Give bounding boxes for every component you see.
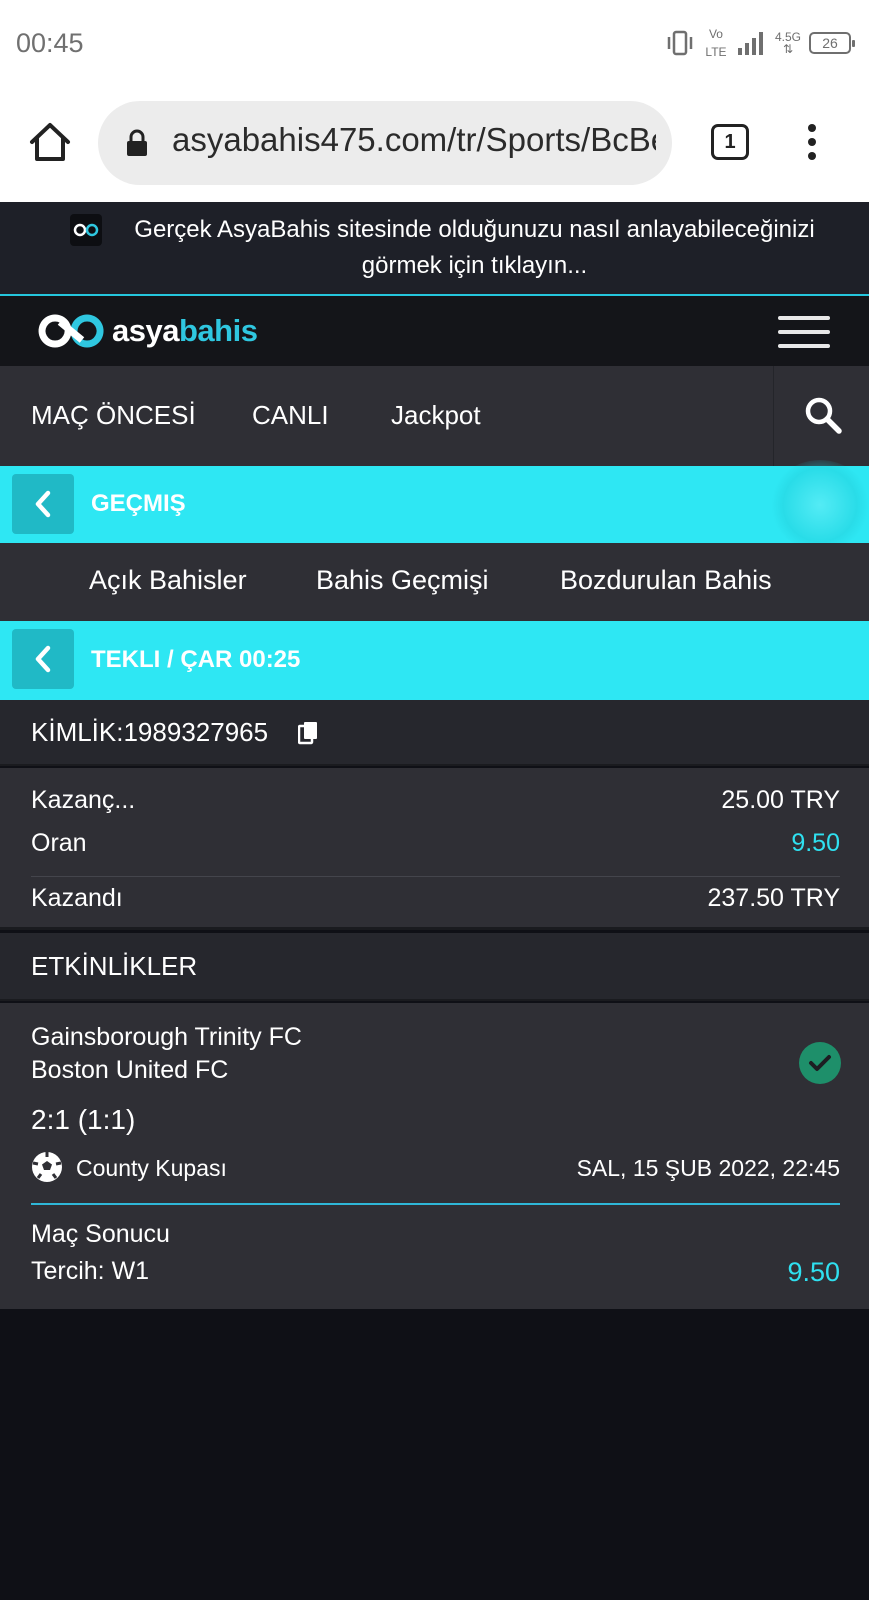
volte-icon: Vo LTE [703, 25, 729, 61]
bet-id: KİMLİK:1989327965 [31, 717, 269, 747]
logo-text-bahis: bahis [178, 313, 258, 348]
away-team: Boston United FC [31, 1056, 229, 1084]
browser-toolbar: asyabahis475.com/tr/Sports/BcBets 1 [0, 88, 869, 202]
status-time: 00:45 [16, 28, 84, 58]
site-header: asyabahis [0, 296, 869, 366]
site-logo[interactable]: asyabahis [38, 312, 258, 350]
copy-icon[interactable] [298, 721, 318, 745]
bet-detail-bar: TEKLI / ÇAR 00:25 [0, 621, 869, 700]
market-name: Maç Sonucu [31, 1220, 170, 1248]
events-header: ETKİNLİKLER [0, 933, 869, 1001]
match-score: 2:1 (1:1) [31, 1104, 136, 1135]
event-card: Gainsborough Trinity FC Boston United FC… [0, 1003, 869, 1309]
volte-label: Vo LTE [705, 27, 727, 59]
data-arrows-icon: ⇅ [782, 42, 794, 56]
soccer-ball-icon [32, 1152, 62, 1182]
league-name: County Kupası [76, 1155, 227, 1181]
won-check-icon [799, 1042, 841, 1084]
lock-icon [127, 129, 147, 156]
stake-value: 25.00 TRY [721, 786, 840, 814]
tab-cashed-out[interactable]: Bozdurulan Bahis [560, 565, 772, 596]
nav-item-jackpot[interactable]: Jackpot [391, 400, 481, 431]
battery-icon: 26 [809, 32, 855, 54]
search-icon [805, 397, 842, 434]
bet-subtabs: Açık Bahisler Bahis Geçmişi Bozdurulan B… [0, 543, 869, 621]
nav-item-live[interactable]: CANLI [252, 400, 329, 431]
odds-value: 9.50 [791, 829, 840, 857]
selection-odds: 9.50 [787, 1257, 840, 1287]
tab-bet-history[interactable]: Bahis Geçmişi [316, 565, 489, 596]
home-team: Gainsborough Trinity FC [31, 1023, 302, 1051]
bet-summary: Kazanç... 25.00 TRY Oran 9.50 Kazandı 23… [0, 768, 869, 930]
chevron-left-icon [35, 645, 51, 673]
bet-id-row: KİMLİK:1989327965 [0, 700, 869, 766]
odds-label: Oran [31, 829, 87, 857]
stake-row: Kazanç... 25.00 TRY [31, 786, 840, 815]
signal-icon [737, 32, 763, 55]
address-bar[interactable]: asyabahis475.com/tr/Sports/BcBets [98, 101, 672, 185]
battery-level: 26 [822, 35, 838, 51]
logo-mark-icon [38, 314, 104, 348]
banner-text[interactable]: Gerçek AsyaBahis sitesinde olduğunuzu na… [115, 212, 835, 284]
network-type-icon: 4.5G ⇅ [775, 31, 801, 55]
security-banner[interactable]: Gerçek AsyaBahis sitesinde olduğunuzu na… [0, 202, 869, 296]
nav-item-pre-match[interactable]: MAÇ ÖNCESİ [31, 400, 196, 431]
hamburger-menu-icon[interactable] [778, 316, 830, 348]
logo-text-asya: asya [112, 313, 179, 348]
events-title: ETKİNLİKLER [31, 951, 198, 981]
system-icons: Vo LTE 4.5G ⇅ 26 [665, 25, 855, 61]
browser-menu-icon[interactable] [800, 121, 824, 165]
url-text[interactable]: asyabahis475.com/tr/Sports/BcBets [172, 121, 656, 159]
chevron-left-icon [35, 490, 51, 518]
winnings-label: Kazandı [31, 884, 123, 912]
match-date: SAL, 15 ŞUB 2022, 22:45 [576, 1155, 840, 1181]
main-nav: MAÇ ÖNCESİ CANLI Jackpot [0, 366, 869, 466]
winnings-row: Kazandı 237.50 TRY [31, 884, 840, 913]
tab-open-bets[interactable]: Açık Bahisler [89, 565, 247, 596]
tab-count: 1 [724, 130, 736, 153]
back-button[interactable] [12, 629, 74, 689]
asyabahis-mini-logo [70, 214, 102, 246]
bet-type-title: TEKLI / ÇAR 00:25 [91, 646, 301, 673]
search-button[interactable] [773, 366, 869, 466]
stake-label: Kazanç... [31, 786, 136, 814]
back-button[interactable] [12, 474, 74, 534]
tab-switcher-button[interactable]: 1 [711, 124, 749, 160]
history-title: GEÇMIŞ [91, 490, 186, 517]
history-bar: GEÇMIŞ [0, 460, 869, 550]
home-icon[interactable] [28, 120, 72, 164]
odds-row: Oran 9.50 [31, 829, 840, 858]
winnings-value: 237.50 TRY [707, 884, 840, 912]
status-bar: 00:45 Vo LTE 4.5G ⇅ 26 [0, 0, 869, 88]
touch-ripple [770, 460, 869, 550]
summary-divider [31, 876, 840, 877]
selection: Tercih: W1 [31, 1257, 150, 1285]
event-separator [31, 1203, 840, 1205]
vibrate-icon [667, 30, 693, 56]
